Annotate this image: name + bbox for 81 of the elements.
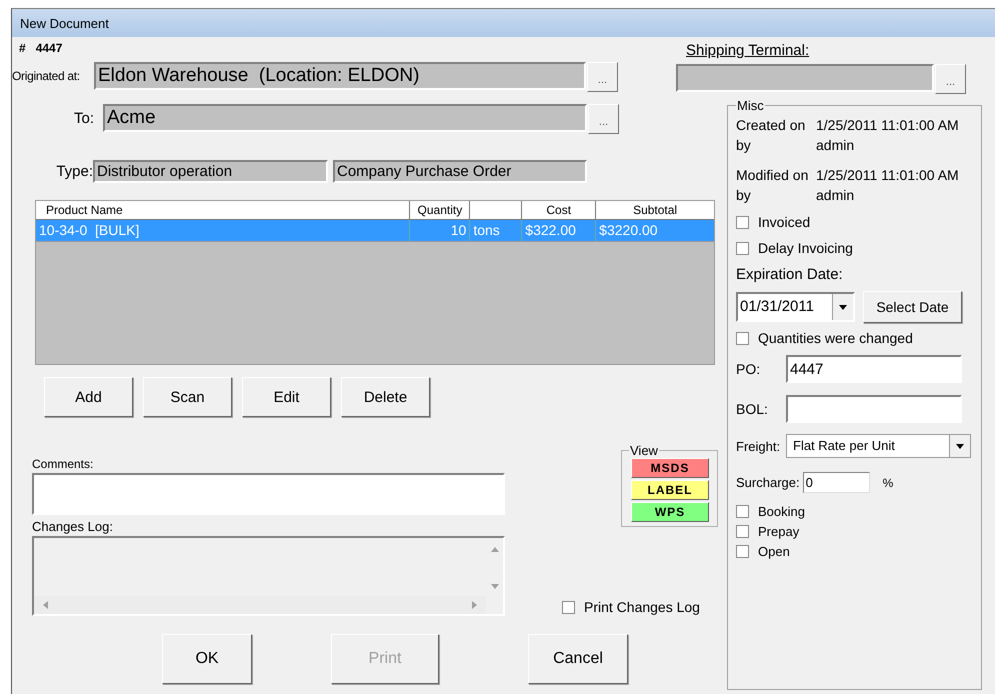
to-label: To: bbox=[72, 109, 95, 129]
view-button[interactable]: LABEL bbox=[631, 480, 709, 500]
shipping-terminal-field[interactable] bbox=[676, 64, 934, 92]
number-label: # bbox=[19, 41, 26, 55]
item-button[interactable]: Scan bbox=[143, 377, 232, 417]
checkbox-label: Open bbox=[758, 544, 790, 558]
checkbox-label: Print Changes Log bbox=[584, 599, 700, 615]
po-field[interactable]: 4447 bbox=[786, 355, 962, 383]
info-value: admin bbox=[816, 187, 856, 203]
item-button[interactable]: Add bbox=[44, 377, 133, 417]
changes-log-field[interactable] bbox=[32, 536, 505, 616]
checkbox[interactable] bbox=[736, 332, 749, 344]
dialog-button[interactable]: OK bbox=[162, 634, 252, 684]
po-label: PO: bbox=[736, 361, 762, 377]
freight-dropdown[interactable]: Flat Rate per Unit bbox=[786, 434, 971, 458]
group-title: Misc bbox=[736, 98, 765, 113]
dropdown-icon[interactable] bbox=[839, 304, 847, 310]
checkbox-label: Delay Invoicing bbox=[758, 240, 853, 256]
checkbox[interactable] bbox=[736, 524, 749, 538]
item-button[interactable]: Edit bbox=[242, 377, 331, 417]
surcharge-field[interactable]: 0 bbox=[802, 472, 870, 493]
date-field[interactable]: 01/31/2011 bbox=[736, 292, 855, 322]
table-cell-text: $3220.00 bbox=[598, 221, 659, 240]
info-value: 1/25/2011 11:01:00 AM bbox=[816, 167, 960, 183]
freight-label: Freight: bbox=[736, 438, 782, 454]
changes-log-label: Changes Log: bbox=[32, 519, 114, 536]
shipping-terminal-label: Shipping Terminal: bbox=[686, 42, 810, 59]
comments-label: Comments: bbox=[32, 457, 94, 472]
column-header[interactable]: Product Name bbox=[36, 201, 410, 220]
column-header[interactable]: Cost bbox=[522, 201, 596, 220]
type-field[interactable]: Company Purchase Order bbox=[333, 160, 587, 183]
checkbox-label: Prepay bbox=[758, 524, 800, 538]
surcharge-label: Surcharge: bbox=[736, 475, 800, 490]
browse-button[interactable]: ... bbox=[587, 62, 618, 92]
checkbox-label: Invoiced bbox=[758, 214, 810, 230]
dropdown-icon[interactable] bbox=[956, 444, 964, 448]
browse-button[interactable]: ... bbox=[588, 104, 619, 134]
column-header[interactable] bbox=[470, 201, 522, 220]
dialog-button[interactable]: Cancel bbox=[528, 634, 628, 684]
table-cell: 10 bbox=[410, 220, 470, 241]
scroll-up-icon[interactable] bbox=[490, 546, 498, 552]
info-label: Modified on bbox=[736, 167, 810, 183]
document-number: 4447 bbox=[36, 41, 62, 55]
type-label: Type: bbox=[55, 163, 93, 180]
horizontal-scrollbar[interactable] bbox=[34, 596, 486, 614]
scroll-right-icon[interactable] bbox=[472, 601, 478, 609]
table-cell: tons bbox=[470, 220, 522, 241]
info-label: Created on bbox=[736, 117, 806, 133]
info-value: 1/25/2011 11:01:00 AM bbox=[816, 117, 960, 133]
column-header[interactable]: Subtotal bbox=[596, 201, 714, 220]
view-button[interactable]: WPS bbox=[631, 502, 709, 522]
column-header[interactable]: Quantity bbox=[410, 201, 470, 220]
browse-button[interactable]: ... bbox=[935, 64, 966, 94]
scroll-left-icon[interactable] bbox=[42, 601, 48, 609]
checkbox[interactable] bbox=[562, 600, 575, 614]
info-label: by bbox=[736, 187, 752, 203]
bol-label: BOL: bbox=[736, 401, 769, 417]
checkbox[interactable] bbox=[736, 544, 749, 558]
item-button[interactable]: Delete bbox=[341, 377, 430, 417]
checkbox-label: Booking bbox=[758, 504, 805, 518]
type-field[interactable]: Distributor operation bbox=[93, 160, 328, 183]
table-cell: $322.00 bbox=[522, 220, 596, 241]
percent-label: % bbox=[882, 476, 894, 490]
originated-at-field[interactable]: Eldon Warehouse (Location: ELDON) bbox=[94, 62, 586, 90]
checkbox-label: Quantities were changed bbox=[758, 330, 913, 346]
checkbox[interactable] bbox=[736, 216, 749, 228]
originated-at-label: Originated at: bbox=[12, 68, 81, 83]
info-value: admin bbox=[816, 137, 856, 153]
view-button[interactable]: MSDS bbox=[631, 458, 709, 478]
to-field[interactable]: Acme bbox=[103, 104, 587, 132]
window-title: New Document bbox=[20, 16, 109, 30]
comments-field[interactable] bbox=[32, 473, 505, 515]
group-title: View bbox=[629, 443, 659, 458]
expiration-date-label: Expiration Date: bbox=[736, 266, 844, 283]
table-cell: 10-34-0 [BULK] bbox=[36, 220, 410, 241]
select-date-button[interactable]: Select Date bbox=[863, 291, 962, 323]
info-label: by bbox=[736, 137, 752, 153]
scroll-down-icon[interactable] bbox=[490, 584, 498, 590]
checkbox[interactable] bbox=[736, 242, 749, 254]
bol-field[interactable] bbox=[786, 395, 962, 423]
checkbox[interactable] bbox=[736, 504, 749, 518]
